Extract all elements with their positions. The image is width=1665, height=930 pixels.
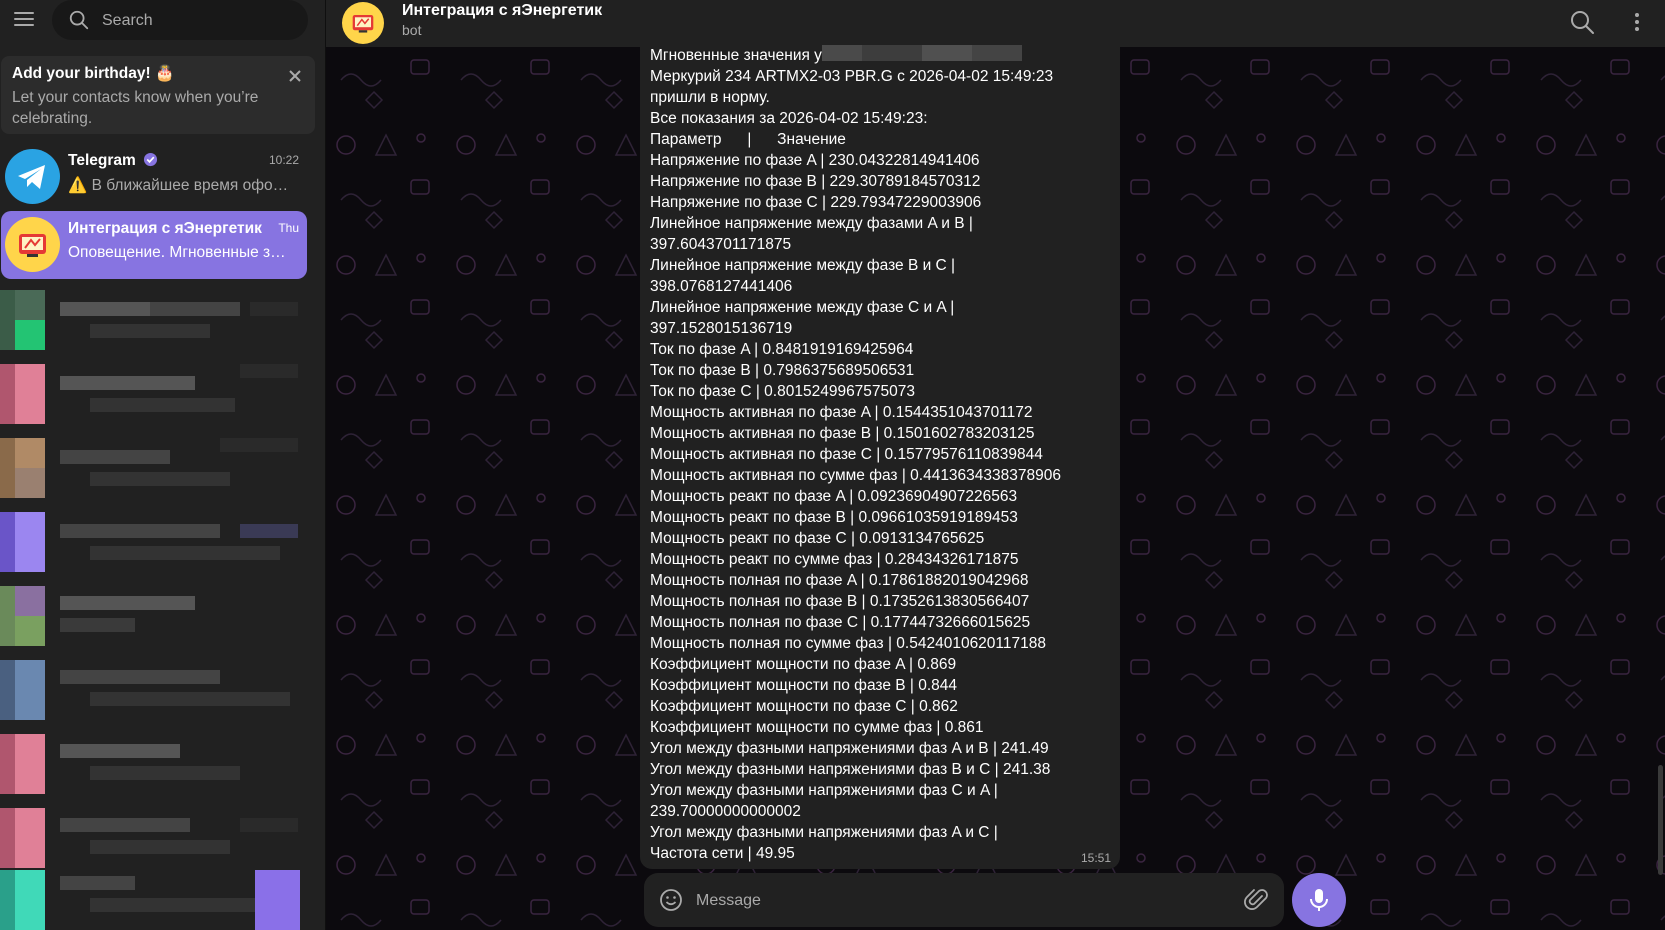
message-line: Мощность активная по фазе B | 0.15016027… — [650, 425, 1035, 442]
message-line: Линейное напряжение между фазами A и B | — [650, 215, 973, 232]
message-line: Мощность реакт по сумме фаз | 0.28434326… — [650, 551, 1019, 568]
search-icon — [69, 10, 89, 30]
chat-area: Интеграция с яЭнергетик bot Мгновенные з… — [326, 0, 1665, 930]
message-line: Коэффициент мощности по сумме фаз | 0.86… — [650, 719, 984, 736]
chat-header[interactable]: Интеграция с яЭнергетик bot — [326, 0, 1665, 47]
blurred-chat-item[interactable] — [0, 364, 310, 438]
search-input[interactable] — [100, 6, 294, 36]
message-line: Ток по фазе A | 0.8481919169425964 — [650, 341, 914, 358]
chat-status: bot — [402, 22, 422, 38]
search-icon[interactable] — [1568, 8, 1596, 36]
message-input[interactable] — [694, 887, 1218, 915]
message-line: Частота сети | 49.95 — [650, 845, 795, 862]
more-vertical-icon[interactable] — [1623, 8, 1651, 36]
message-line: Ток по фазе C | 0.8015249967575073 — [650, 383, 916, 400]
microphone-icon — [1310, 889, 1328, 911]
message-line: Мощность реакт по фазе C | 0.09131347656… — [650, 530, 985, 547]
message-line: Мощность активная по сумме фаз | 0.44136… — [650, 467, 1061, 484]
message-line: Мощность реакт по фазе A | 0.09236904907… — [650, 488, 1018, 505]
message-bubble[interactable]: Мгновенные значения у Меркурий 234 ARTMX2… — [640, 45, 1120, 869]
verified-badge-icon — [144, 152, 158, 167]
avatar[interactable] — [342, 2, 384, 44]
message-line: Мощность активная по фазе C | 0.15779576… — [650, 446, 1043, 463]
chat-preview: ⚠️ В ближайшее время офо… — [68, 177, 289, 194]
sidebar-topbar — [0, 0, 325, 42]
message-line: Угол между фазными напряжениями фаз B и … — [650, 761, 1051, 778]
birthday-text: Let your contacts know when you’re celeb… — [12, 89, 259, 127]
message-line: Коэффициент мощности по фазе C | 0.862 — [650, 698, 958, 715]
message-line: Мощность полная по фазе B | 0.1735261383… — [650, 593, 1030, 610]
bot-logo-icon — [352, 14, 374, 33]
chat-item-integration-bot[interactable]: Интеграция с яЭнергетик Thu Оповещение. … — [1, 211, 307, 279]
blurred-chat-item[interactable] — [0, 512, 310, 586]
voice-record-button[interactable] — [1292, 873, 1346, 927]
message-line: Напряжение по фазе B | 229.3078918457031… — [650, 173, 981, 190]
message-line: Угол между фазными напряжениями фаз A и … — [650, 824, 998, 841]
avatar — [5, 217, 60, 272]
chat-list-sidebar: Add your birthday! 🎂 Let your contacts k… — [0, 0, 326, 930]
message-line: Коэффициент мощности по фазе B | 0.844 — [650, 677, 958, 694]
message-line: Угол между фазными напряжениями фаз A и … — [650, 740, 1049, 757]
blurred-chat-item[interactable] — [0, 856, 310, 930]
message-line: 397.1528015136719 — [650, 320, 793, 337]
message-line: Напряжение по фазе A | 230.0432281494140… — [650, 152, 980, 169]
message-line: Угол между фазными напряжениями фаз C и … — [650, 782, 998, 799]
search-box[interactable] — [52, 0, 308, 40]
message-time: 15:51 — [1080, 851, 1111, 865]
emoji-icon[interactable] — [658, 887, 684, 913]
chat-time: 10:22 — [268, 153, 299, 167]
message-line: Мощность реакт по фазе B | 0.09661035919… — [650, 509, 1018, 526]
blurred-chat-item[interactable] — [0, 438, 310, 512]
message-line: Все показания за 2026-04-02 15:49:23: — [650, 110, 928, 127]
redacted-text-block — [822, 45, 1022, 61]
message-line: 239.70000000000002 — [650, 803, 801, 820]
chat-title: Интеграция с яЭнергетик — [402, 2, 603, 19]
chat-item-telegram[interactable]: Telegram 10:22 ⚠️ В ближайшее время офо… — [1, 143, 307, 211]
message-line: Линейное напряжение между фазе C и A | — [650, 299, 955, 316]
hamburger-menu-icon[interactable] — [10, 8, 38, 32]
message-text: Мгновенные значения у Меркурий 234 ARTMX2… — [650, 45, 1115, 864]
paperclip-icon[interactable] — [1244, 887, 1270, 913]
message-line: Мощность полная по фазе C | 0.1774473266… — [650, 614, 1031, 631]
message-line: 398.0768127441406 — [650, 278, 793, 295]
avatar — [5, 149, 60, 204]
message-line: Линейное напряжение между фазе B и C | — [650, 257, 956, 274]
blurred-chat-item[interactable] — [0, 734, 310, 808]
close-icon[interactable] — [285, 66, 305, 86]
blurred-chat-item[interactable] — [0, 586, 310, 660]
blurred-chat-item[interactable] — [0, 290, 310, 364]
chat-scrollbar[interactable] — [1658, 765, 1663, 875]
message-line: Параметр | Значение — [650, 131, 846, 148]
message-line: Мощность активная по фазе A | 0.15443510… — [650, 404, 1033, 421]
chat-time: Thu — [278, 221, 299, 235]
blurred-chat-item[interactable] — [0, 660, 310, 734]
message-line: Мощность полная по фазе A | 0.1786188201… — [650, 572, 1029, 589]
message-line: Напряжение по фазе C | 229.7934722900390… — [650, 194, 982, 211]
message-line: пришли в норму. — [650, 89, 770, 106]
chat-name: Telegram — [68, 152, 136, 169]
message-line: Мощность полная по сумме фаз | 0.5424010… — [650, 635, 1046, 652]
message-line: 397.6043701171875 — [650, 236, 792, 253]
telegram-plane-icon — [18, 165, 45, 189]
chat-name: Интеграция с яЭнергетик — [68, 220, 262, 237]
message-line: Коэффициент мощности по фазе A | 0.869 — [650, 656, 957, 673]
chat-preview: Оповещение. Мгновенные з… — [68, 244, 286, 261]
message-composer[interactable] — [644, 873, 1284, 927]
birthday-banner[interactable]: Add your birthday! 🎂 Let your contacts k… — [1, 56, 315, 134]
message-line: Ток по фазе B | 0.7986375689506531 — [650, 362, 915, 379]
message-line: Меркурий 234 ARTMX2-03 PBR.G с 2026-04-0… — [650, 68, 1054, 85]
birthday-title: Add your birthday! 🎂 — [12, 65, 175, 82]
bot-logo-icon — [19, 234, 46, 257]
